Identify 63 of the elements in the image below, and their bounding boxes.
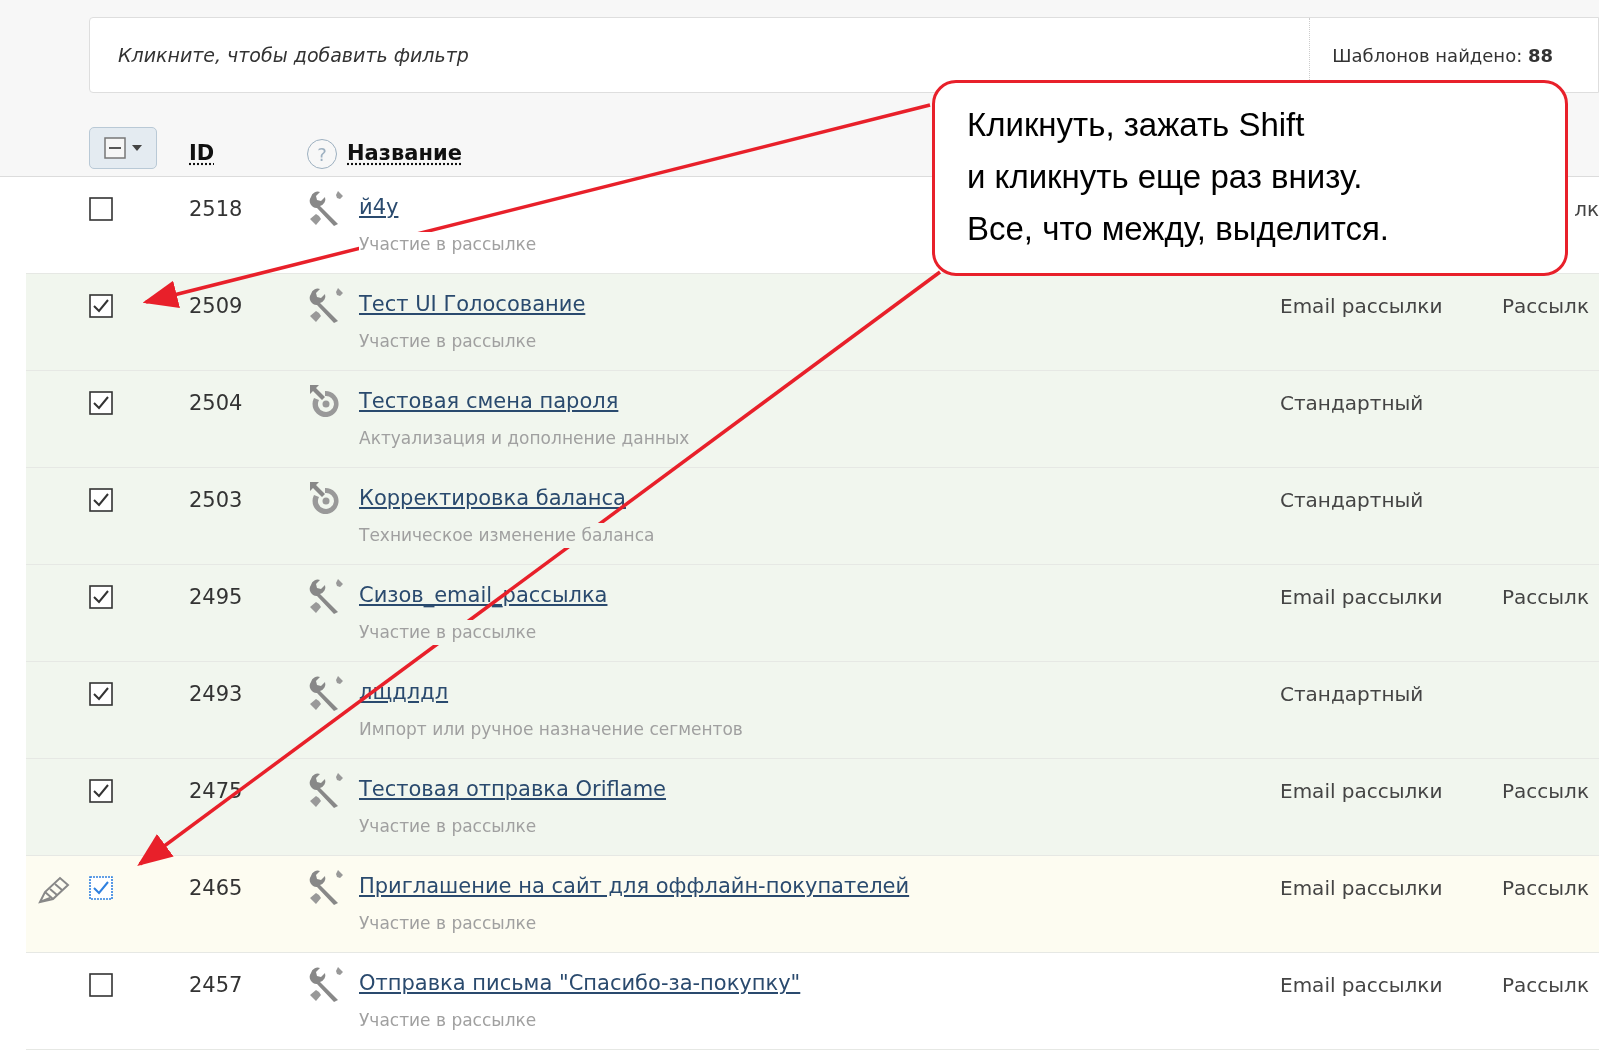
filter-bar[interactable]: Кликните, чтобы добавить фильтр Шаблонов найдено: 88	[89, 17, 1599, 93]
wrench-screwdriver-icon	[307, 286, 345, 324]
wrench-screwdriver-icon	[307, 868, 345, 906]
template-category: Участие в рассылке	[359, 231, 537, 257]
wrench-screwdriver-icon	[307, 965, 345, 1003]
id-cell: 2503	[189, 488, 243, 512]
checkbox[interactable]	[89, 973, 113, 997]
wrench-screwdriver-icon	[307, 577, 345, 615]
type-cell: Стандартный	[1280, 391, 1424, 415]
wrench-screwdriver-icon	[307, 674, 345, 712]
id-cell: 2509	[189, 294, 243, 318]
channel-cell-text: лк	[1574, 196, 1599, 223]
channel-cell-text: Рассылк	[1502, 584, 1589, 611]
channel-cell-text: Рассылк	[1502, 778, 1589, 805]
checkbox[interactable]	[89, 876, 113, 900]
id-cell: 2495	[189, 585, 243, 609]
id-cell: 2518	[189, 197, 243, 221]
found-count: Шаблонов найдено: 88	[1332, 43, 1553, 68]
template-link[interactable]: Корректировка баланса	[359, 483, 626, 515]
template-link[interactable]: Тестовая отправка Oriflame	[359, 774, 666, 806]
table-row[interactable]: 2504 Тестовая смена пароля Актуализация и дополнение данных Стандартный	[26, 371, 1599, 468]
wrench-screwdriver-icon	[307, 189, 345, 227]
filter-placeholder[interactable]: Кликните, чтобы добавить фильтр	[90, 40, 1310, 70]
table-row[interactable]: 2465 Приглашение на сайт для оффлайн-покупателей Участие в рассылке Email рассылки Рассылк	[26, 856, 1599, 953]
checkbox[interactable]	[89, 197, 113, 221]
caret-icon	[132, 145, 142, 151]
pencil-icon[interactable]	[36, 876, 70, 906]
type-cell: Стандартный	[1280, 682, 1424, 706]
channel-cell-text: Рассылк	[1502, 972, 1589, 999]
id-cell: 2465	[189, 876, 243, 900]
checkbox[interactable]	[89, 294, 113, 318]
id-column-header[interactable]: ID	[189, 137, 307, 169]
table-row[interactable]: 2503 Корректировка баланса Техническое изменение баланса Стандартный	[26, 468, 1599, 565]
checkbox[interactable]	[89, 779, 113, 803]
name-column-header[interactable]: Название	[347, 137, 462, 169]
template-link[interactable]: й4у	[359, 192, 399, 224]
template-link[interactable]: Тест UI Голосование	[359, 289, 586, 321]
callout-text-line: Все, что между, выделится.	[967, 209, 1390, 249]
template-link[interactable]: Отправка письма "Спасибо-за-покупку"	[359, 968, 801, 1000]
checkbox[interactable]	[89, 488, 113, 512]
type-cell: Стандартный	[1280, 488, 1424, 512]
template-category: Участие в рассылке	[359, 619, 537, 645]
template-category: Техническое изменение баланса	[359, 522, 655, 548]
checkbox[interactable]	[89, 682, 113, 706]
type-cell: Email рассылки	[1280, 973, 1443, 997]
id-cell: 2457	[189, 973, 243, 997]
checkbox[interactable]	[89, 585, 113, 609]
type-cell: Email рассылки	[1280, 585, 1443, 609]
wrench-screwdriver-icon	[307, 771, 345, 809]
type-cell: Email рассылки	[1280, 876, 1443, 900]
checkbox[interactable]	[89, 391, 113, 415]
table-row[interactable]: 2509 Тест UI Голосование Участие в рассылке Email рассылки Рассылк	[26, 274, 1599, 371]
template-link[interactable]: Тестовая смена пароля	[359, 386, 619, 418]
id-cell: 2493	[189, 682, 243, 706]
channel-cell-text: Рассылк	[1502, 875, 1589, 902]
template-link[interactable]: Приглашение на сайт для оффлайн-покупателей	[359, 871, 910, 903]
channel-cell-text: Рассылк	[1502, 293, 1589, 320]
minus-checkbox-icon	[104, 137, 126, 159]
callout-text-line: Кликнуть, зажать Shift	[967, 105, 1306, 145]
select-all-button[interactable]	[89, 127, 157, 169]
type-cell: Email рассылки	[1280, 294, 1443, 318]
id-cell: 2504	[189, 391, 243, 415]
type-cell: Email рассылки	[1280, 779, 1443, 803]
